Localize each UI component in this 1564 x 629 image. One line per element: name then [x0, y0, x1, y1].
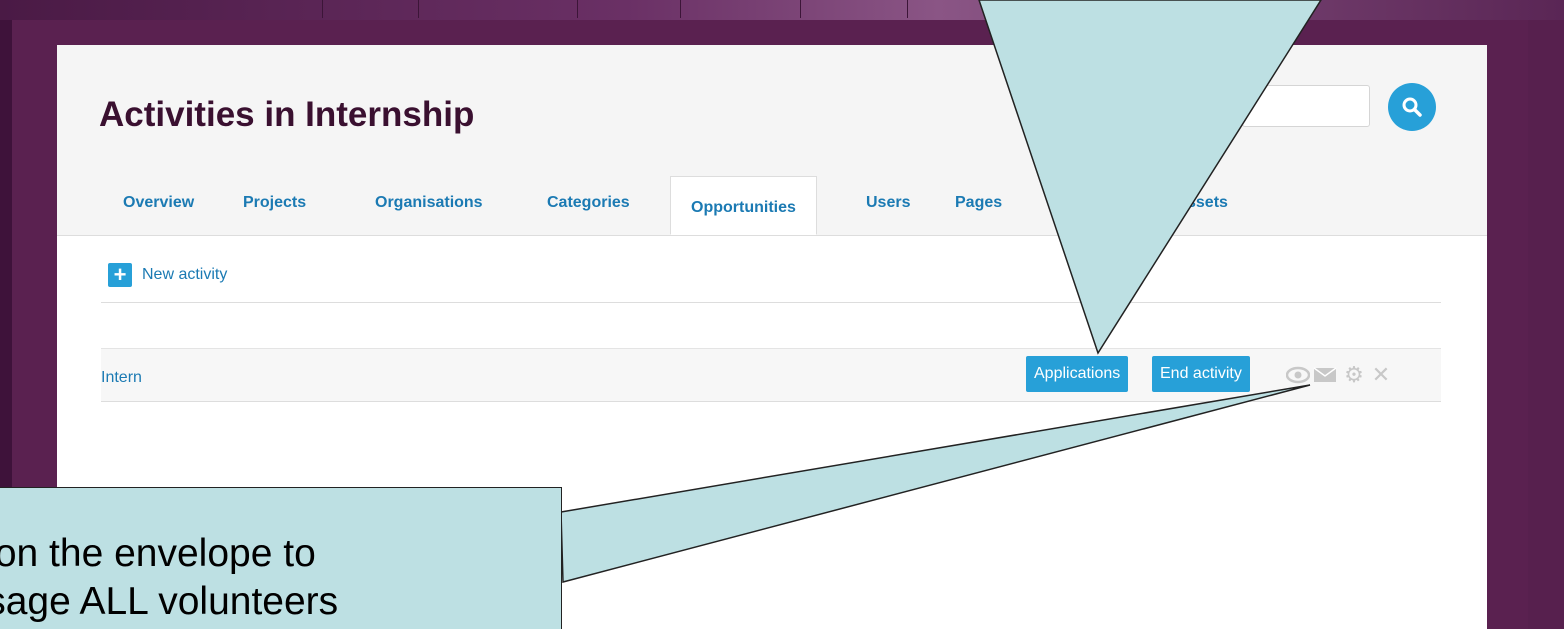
callout-line-2: essage ALL volunteers [0, 580, 339, 623]
callout-note: ck on the envelope to essage ALL volunte… [0, 487, 562, 629]
callout-line-1: ck on the envelope to [0, 532, 316, 575]
callout-arrow-top [978, 0, 1322, 355]
callout-text: ck on the envelope to essage ALL volunte… [0, 530, 338, 626]
callout-arrow-bottom [560, 384, 1311, 583]
